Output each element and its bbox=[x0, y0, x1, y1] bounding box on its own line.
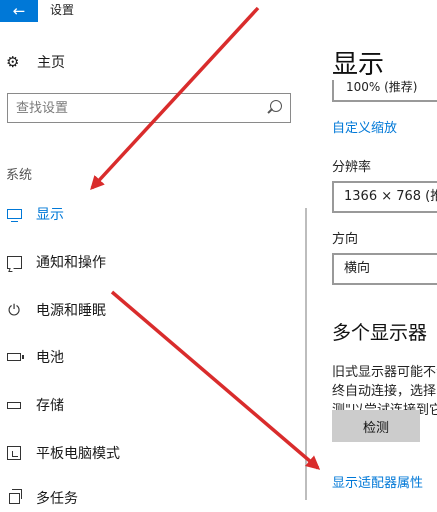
search-box bbox=[7, 93, 291, 123]
search-icon[interactable] bbox=[270, 100, 282, 112]
sidebar-item-label: 多任务 bbox=[36, 491, 78, 507]
detect-button[interactable]: 检测 bbox=[332, 410, 420, 442]
sidebar-item-multitasking[interactable]: 多任务 bbox=[0, 484, 290, 512]
resolution-label: 分辨率 bbox=[332, 160, 372, 175]
multitasking-icon bbox=[8, 488, 22, 504]
orientation-label: 方向 bbox=[332, 232, 359, 247]
storage-icon bbox=[7, 401, 21, 409]
display-settings-panel: 显示 100% (推荐) 自定义缩放 分辨率 1366 × 768 (推荐) 方… bbox=[332, 0, 437, 500]
back-button[interactable]: ← bbox=[0, 0, 38, 22]
resolution-value: 1366 × 768 (推荐) bbox=[344, 189, 437, 204]
monitor-icon bbox=[6, 209, 22, 222]
sidebar-item-label: 电池 bbox=[36, 350, 64, 366]
page-title: 显示 bbox=[332, 50, 385, 80]
power-icon: ⏻ bbox=[8, 300, 20, 319]
scale-value: 100% (推荐) bbox=[346, 80, 418, 94]
sidebar-item-label: 通知和操作 bbox=[36, 255, 106, 271]
sidebar-item-tablet-mode[interactable]: 平板电脑模式 bbox=[0, 439, 290, 467]
sidebar-item-label: 电源和睡眠 bbox=[36, 303, 106, 319]
display-adapter-properties-link[interactable]: 显示适配器属性 bbox=[332, 472, 423, 491]
sidebar-item-label: 存储 bbox=[36, 398, 64, 414]
sidebar-item-notifications[interactable]: 通知和操作 bbox=[0, 248, 290, 276]
home-label: 主页 bbox=[37, 55, 65, 71]
orientation-dropdown[interactable]: 横向 bbox=[332, 253, 437, 285]
sidebar-item-storage[interactable]: 存储 bbox=[0, 391, 290, 419]
custom-scaling-link[interactable]: 自定义缩放 bbox=[332, 117, 397, 136]
sidebar-item-label: 显示 bbox=[36, 207, 64, 223]
sidebar-item-power[interactable]: ⏻ 电源和睡眠 bbox=[0, 296, 290, 324]
sidebar-item-display[interactable]: 显示 bbox=[0, 200, 290, 228]
multi-display-heading: 多个显示器 bbox=[332, 322, 428, 344]
gear-icon: ⚙ bbox=[6, 53, 20, 71]
tablet-mode-icon bbox=[7, 446, 21, 460]
app-title: 设置 bbox=[50, 3, 75, 17]
sidebar-item-label: 平板电脑模式 bbox=[36, 446, 120, 462]
back-arrow-icon: ← bbox=[12, 2, 26, 20]
section-label-system: 系统 bbox=[6, 168, 33, 183]
home-nav-item[interactable]: ⚙ 主页 bbox=[6, 50, 65, 74]
sidebar-item-battery[interactable]: 电池 bbox=[0, 343, 290, 371]
orientation-value: 横向 bbox=[344, 261, 371, 276]
search-input[interactable] bbox=[8, 94, 266, 122]
sidebar-scrollbar[interactable] bbox=[305, 208, 307, 500]
resolution-dropdown[interactable]: 1366 × 768 (推荐) bbox=[332, 181, 437, 213]
battery-icon bbox=[7, 353, 24, 361]
scale-dropdown[interactable]: 100% (推荐) bbox=[332, 80, 437, 102]
notification-icon bbox=[6, 255, 22, 269]
